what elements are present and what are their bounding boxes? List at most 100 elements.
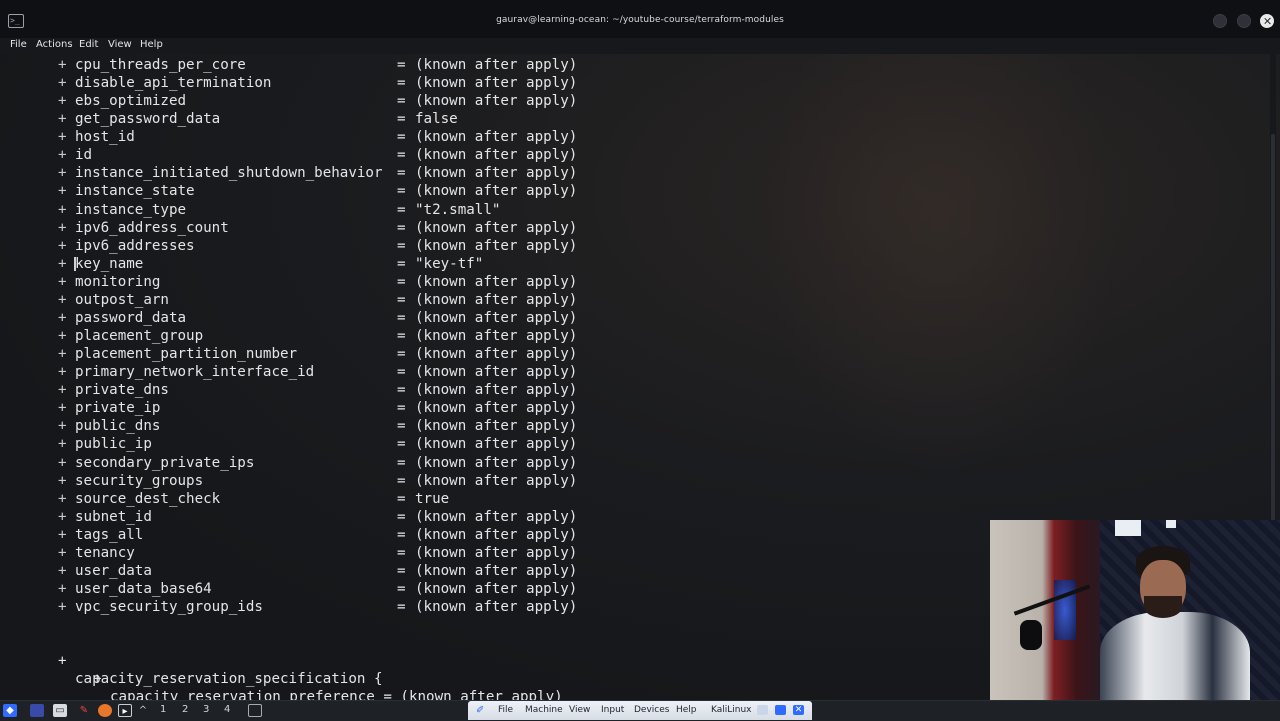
plus-sign: +: [58, 346, 67, 363]
attribute-key: user_data: [75, 562, 152, 579]
equals-sign: =: [397, 599, 406, 616]
presenter-beard: [1144, 596, 1182, 618]
attribute-value: (known after apply): [415, 364, 578, 381]
plus-sign: +: [58, 490, 67, 507]
attribute-line: + user_data_base64 = (known after apply): [0, 580, 600, 598]
plus-sign: +: [58, 472, 67, 489]
plus-sign: +: [58, 508, 67, 525]
equals-sign: =: [397, 309, 406, 326]
attribute-line: + outpost_arn = (known after apply): [0, 291, 600, 309]
attribute-line: + host_id = (known after apply): [0, 128, 600, 146]
desktop-icon[interactable]: [30, 704, 44, 717]
equals-sign: =: [397, 93, 406, 110]
webcam-overlay: [990, 520, 1280, 700]
attribute-key: public_ip: [75, 436, 152, 453]
vbox-menu-help[interactable]: Help: [676, 705, 697, 715]
nested-attribute: capacity_reservation_preference = (known…: [110, 689, 563, 700]
attribute-line: + source_dest_check = true: [0, 490, 600, 508]
attribute-line: + subnet_id = (known after apply): [0, 508, 600, 526]
attribute-key: id: [75, 147, 93, 164]
menu-view[interactable]: View: [108, 39, 132, 50]
terminal-icon[interactable]: ▸: [118, 704, 132, 717]
kali-menu-icon[interactable]: ◆: [3, 704, 17, 717]
attribute-value: "t2.small": [415, 201, 501, 218]
attribute-value: (known after apply): [415, 129, 578, 146]
plus-sign: +: [58, 111, 67, 128]
attribute-value: (known after apply): [415, 346, 578, 363]
menu-actions[interactable]: Actions: [36, 39, 73, 50]
equals-sign: =: [397, 273, 406, 290]
plus-sign: +: [58, 309, 67, 326]
attribute-key: placement_partition_number: [75, 346, 298, 363]
virtualbox-menu-bar: ✐ File Machine View Input Devices Help K…: [468, 701, 812, 720]
maximize-button[interactable]: [1237, 14, 1251, 28]
menu-edit[interactable]: Edit: [79, 39, 98, 50]
attribute-key: instance_initiated_shutdown_behavior: [75, 165, 383, 182]
attribute-key: tenancy: [75, 544, 135, 561]
attribute-line: + ipv6_address_count = (known after apply): [0, 219, 600, 237]
plus-sign: +: [58, 147, 67, 164]
equals-sign: =: [397, 291, 406, 308]
attribute-key: tags_all: [75, 526, 144, 543]
workspace-3[interactable]: 3: [203, 704, 209, 715]
equals-sign: =: [397, 544, 406, 561]
menu-help[interactable]: Help: [140, 39, 163, 50]
attribute-value: (known after apply): [415, 454, 578, 471]
attribute-line: + id = (known after apply): [0, 146, 600, 164]
attribute-value: "key-tf": [415, 255, 484, 272]
chevron-up-icon[interactable]: ^: [136, 704, 150, 717]
close-button[interactable]: [1260, 14, 1274, 28]
attribute-line: + key_name = "key-tf": [0, 255, 600, 273]
plus-sign: +: [58, 291, 67, 308]
plus-sign: +: [58, 544, 67, 561]
attribute-value: (known after apply): [415, 400, 578, 417]
attribute-key: placement_group: [75, 328, 204, 345]
workspace-2[interactable]: 2: [182, 704, 188, 715]
attribute-value: (known after apply): [415, 328, 578, 345]
attribute-line: + cpu_threads_per_core = (known after apply…: [0, 56, 600, 74]
firefox-icon[interactable]: [98, 704, 112, 717]
attribute-key: private_dns: [75, 382, 169, 399]
equals-sign: =: [397, 219, 406, 236]
text-cursor: [74, 256, 76, 271]
workspace-1[interactable]: 1: [160, 704, 166, 715]
attribute-line: + tenancy = (known after apply): [0, 544, 600, 562]
restore-vm-icon[interactable]: [775, 705, 786, 715]
attribute-value: (known after apply): [415, 472, 578, 489]
close-vm-icon[interactable]: ✕: [793, 705, 804, 715]
pin-icon[interactable]: ✐: [476, 705, 487, 716]
vbox-menu-input[interactable]: Input: [601, 705, 624, 715]
plus-sign: +: [58, 57, 67, 73]
attribute-line: + get_password_data = false: [0, 110, 600, 128]
equals-sign: =: [397, 129, 406, 146]
vbox-menu-machine[interactable]: Machine: [525, 705, 563, 715]
vbox-machine-name: KaliLinux: [711, 705, 752, 715]
attribute-value: (known after apply): [415, 436, 578, 453]
equals-sign: =: [397, 183, 406, 200]
equals-sign: =: [397, 526, 406, 543]
menu-file[interactable]: File: [10, 39, 27, 50]
equals-sign: =: [397, 508, 406, 525]
minimize-vm-icon[interactable]: [757, 705, 768, 715]
vbox-menu-file[interactable]: File: [498, 705, 513, 715]
attribute-value: (known after apply): [415, 219, 578, 236]
vbox-menu-view[interactable]: View: [569, 705, 590, 715]
attribute-key: public_dns: [75, 418, 161, 435]
plus-sign: +: [93, 671, 102, 687]
plus-sign: +: [58, 201, 67, 218]
minimize-button[interactable]: [1213, 14, 1227, 28]
files-icon[interactable]: ▭: [53, 704, 67, 717]
vbox-menu-devices[interactable]: Devices: [634, 705, 669, 715]
attribute-key: instance_type: [75, 201, 187, 218]
terminal-window-icon[interactable]: [248, 704, 262, 717]
attribute-value: (known after apply): [415, 75, 578, 92]
editor-icon[interactable]: ✎: [77, 704, 91, 717]
plus-sign: +: [58, 581, 67, 598]
scrollbar-thumb[interactable]: [1271, 134, 1275, 554]
attribute-key: host_id: [75, 129, 135, 146]
attribute-line: + ebs_optimized = (known after apply): [0, 92, 600, 110]
workspace-4[interactable]: 4: [224, 704, 230, 715]
attribute-value: (known after apply): [415, 273, 578, 290]
attribute-value: (known after apply): [415, 562, 578, 579]
attribute-line: + instance_type = "t2.small": [0, 201, 600, 219]
